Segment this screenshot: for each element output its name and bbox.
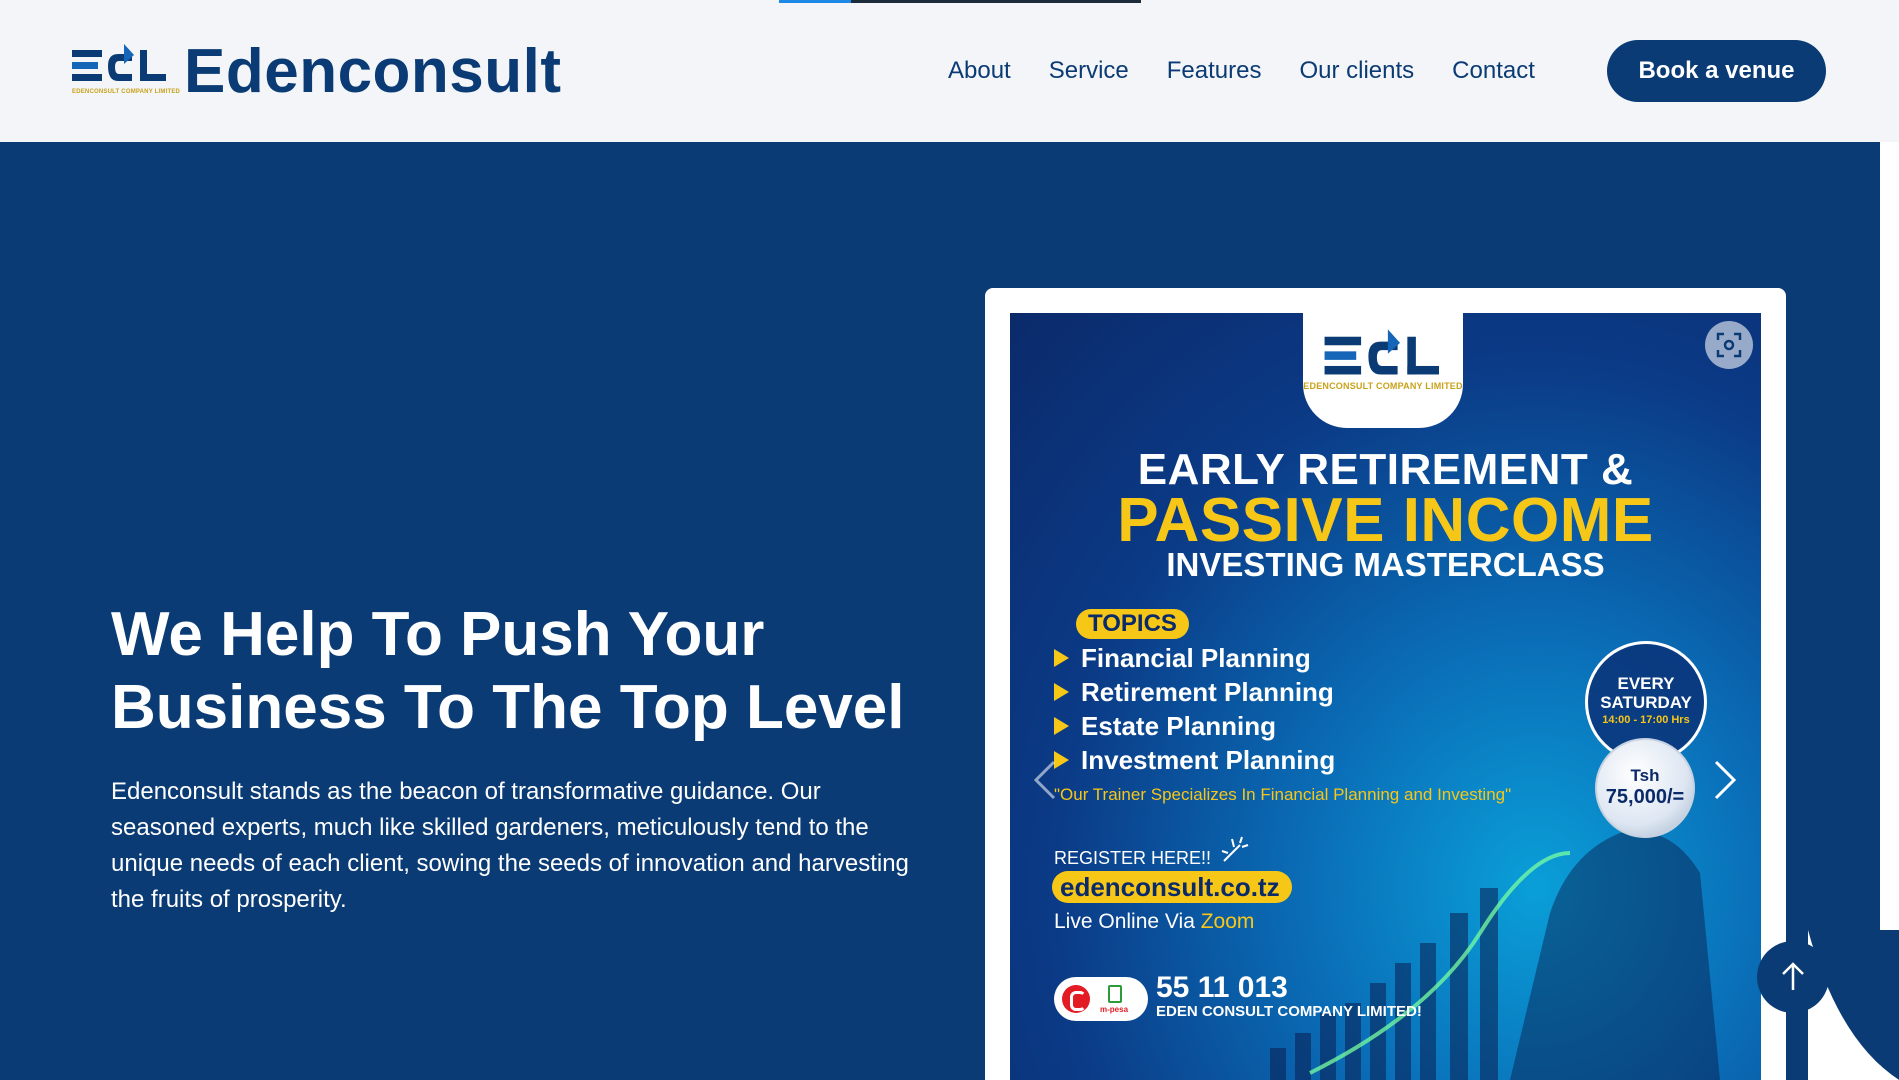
scroll-to-top-button[interactable] <box>1757 941 1829 1013</box>
chevron-left-icon[interactable] <box>1030 758 1060 802</box>
poster-logo-mark-icon <box>1324 329 1439 375</box>
hero-description: Edenconsult stands as the beacon of tran… <box>111 778 909 913</box>
hero-title: We Help To Push Your Business To The Top… <box>111 600 905 742</box>
scroll-progress-fill <box>779 0 851 3</box>
vodacom-icon <box>1062 985 1090 1013</box>
logo-mark-icon: EDENCONSULT COMPANY LIMITED <box>72 42 181 102</box>
list-item: Financial Planning <box>1054 641 1335 675</box>
price-badge: Tsh 75,000/= <box>1595 738 1695 838</box>
schedule-line2: SATURDAY <box>1600 693 1692 712</box>
scan-icon[interactable] <box>1705 321 1753 369</box>
mpesa-icon <box>1108 985 1122 1003</box>
poster-topics-label: TOPICS <box>1076 609 1189 639</box>
main-nav: About Service Features Our clients Conta… <box>948 53 1573 89</box>
site-header: EDENCONSULT COMPANY LIMITED Edenconsult … <box>0 0 1899 142</box>
poster-logo-tagline: EDENCONSULT COMPANY LIMITED <box>1303 381 1463 391</box>
topic-label: Retirement Planning <box>1081 676 1334 707</box>
poster-url: edenconsult.co.tz <box>1052 871 1292 903</box>
scroll-progress-bar <box>779 0 1141 3</box>
poster-phone: 55 11 013 <box>1156 971 1288 1004</box>
list-item: Estate Planning <box>1054 709 1335 743</box>
logo-tagline: EDENCONSULT COMPANY LIMITED <box>72 89 181 95</box>
book-venue-button[interactable]: Book a venue <box>1607 40 1826 102</box>
topic-label: Estate Planning <box>1081 710 1277 741</box>
chevron-right-icon[interactable] <box>1710 758 1740 802</box>
arrow-up-icon <box>1782 962 1804 990</box>
brand-logo[interactable]: EDENCONSULT COMPANY LIMITED Edenconsult <box>72 37 562 106</box>
poster-topics-list: Financial Planning Retirement Planning E… <box>1054 641 1335 777</box>
promo-poster-slide[interactable]: EDENCONSULT COMPANY LIMITED EARLY RETIRE… <box>1010 313 1761 1080</box>
topic-label: Investment Planning <box>1081 744 1336 775</box>
schedule-line1: EVERY <box>1617 674 1675 693</box>
nav-link-service[interactable]: Service <box>1049 53 1129 89</box>
list-item: Investment Planning <box>1054 743 1335 777</box>
poster-headline-3: INVESTING MASTERCLASS <box>1166 546 1605 583</box>
click-icon <box>1221 836 1249 862</box>
poster-company: EDEN CONSULT COMPANY LIMITED! <box>1156 1003 1422 1020</box>
price-currency: Tsh <box>1630 766 1660 785</box>
poster-live-line: Live Online Via Zoom <box>1054 910 1254 934</box>
nav-link-about[interactable]: About <box>948 53 1011 89</box>
live-platform: Zoom <box>1200 910 1255 933</box>
nav-link-our-clients[interactable]: Our clients <box>1299 53 1414 89</box>
price-value: 75,000/= <box>1605 786 1685 808</box>
bullet-triangle-icon <box>1054 717 1069 735</box>
poster-logo: EDENCONSULT COMPANY LIMITED <box>1303 313 1463 428</box>
live-prefix: Live Online Via <box>1054 910 1195 933</box>
bullet-triangle-icon <box>1054 649 1069 667</box>
list-item: Retirement Planning <box>1054 675 1335 709</box>
topic-label: Financial Planning <box>1081 642 1311 673</box>
poster-register-label: REGISTER HERE!! <box>1054 848 1212 868</box>
schedule-time: 14:00 - 17:00 Hrs <box>1602 714 1690 726</box>
mpesa-label: m-pesa <box>1100 1005 1129 1014</box>
nav-link-contact[interactable]: Contact <box>1452 53 1535 89</box>
nav-link-features[interactable]: Features <box>1167 53 1262 89</box>
bullet-triangle-icon <box>1054 683 1069 701</box>
poster-quote: "Our Trainer Specializes In Financial Pl… <box>1054 785 1512 804</box>
brand-name: Edenconsult <box>184 37 562 106</box>
payment-logos: m-pesa <box>1054 977 1148 1021</box>
decorative-curve <box>1808 930 1899 1080</box>
